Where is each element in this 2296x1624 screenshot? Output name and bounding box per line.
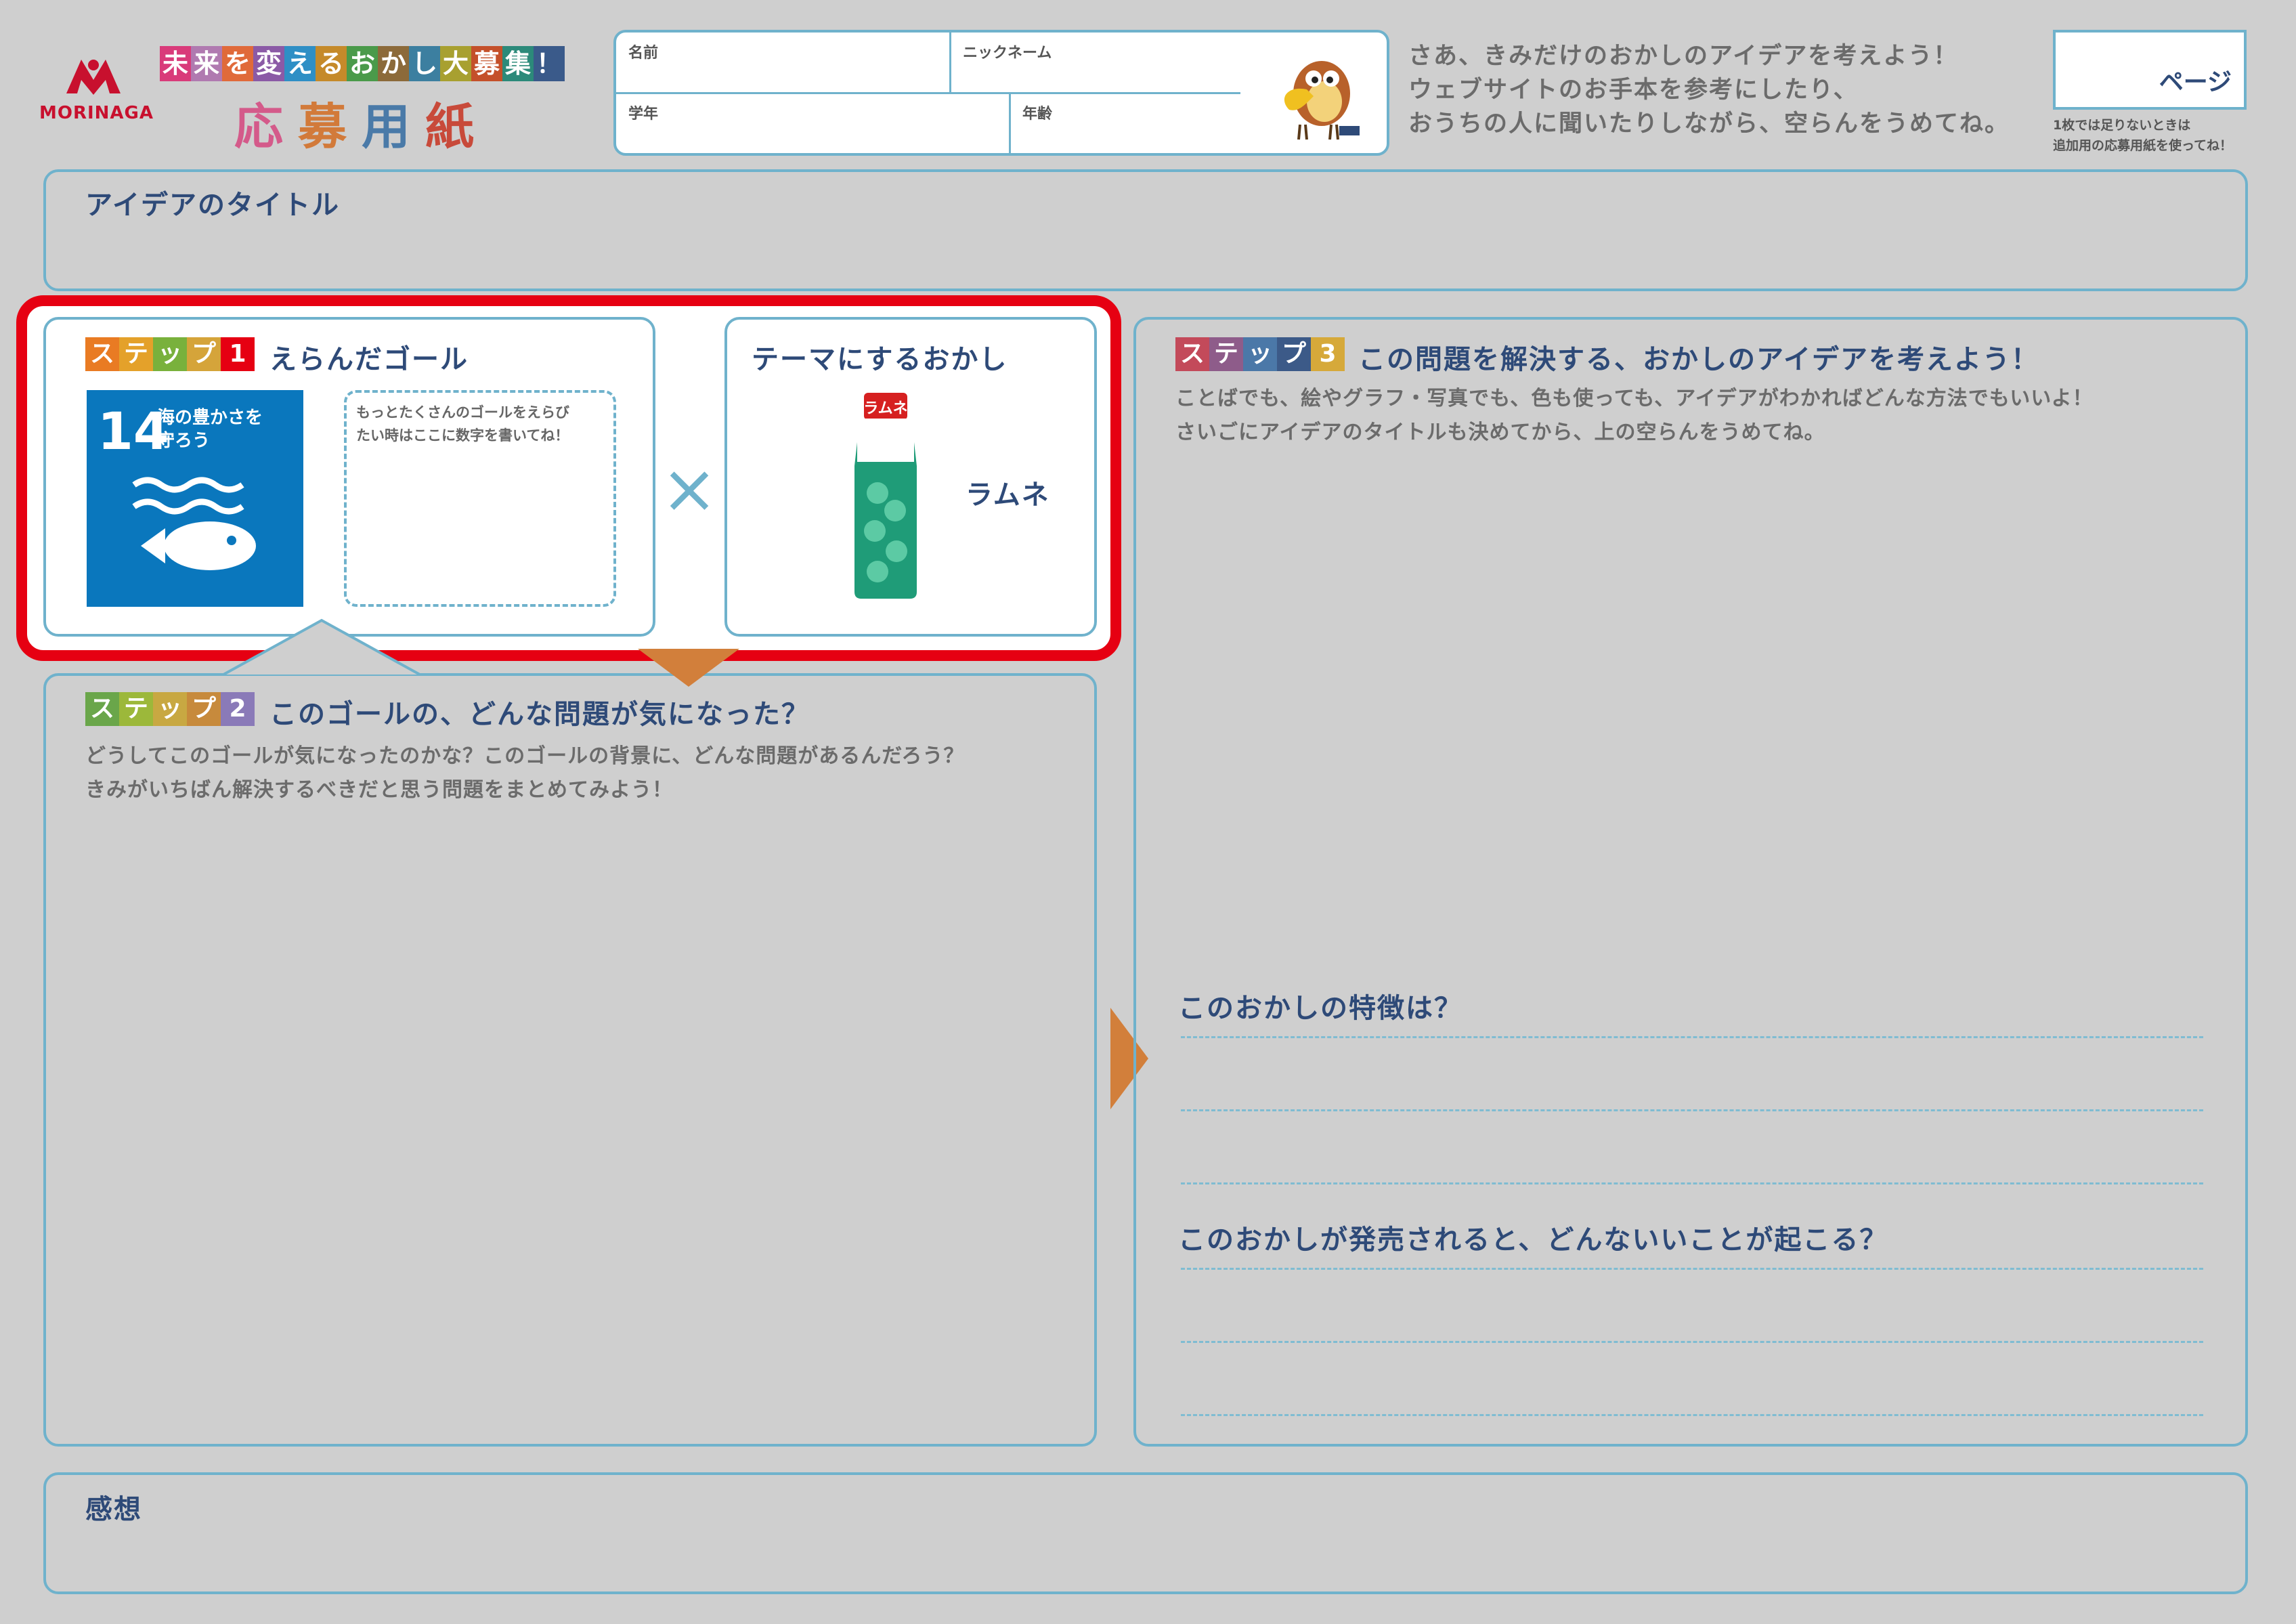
- step-char: テ: [1209, 337, 1243, 371]
- campaign-char: を: [222, 46, 253, 81]
- form-title: 応 募 用 紙: [234, 87, 505, 155]
- step-num: 2: [221, 692, 255, 726]
- age-field[interactable]: [1017, 121, 1234, 152]
- callout-notch-icon: [223, 618, 420, 676]
- nickname-field[interactable]: [957, 60, 1235, 89]
- step3-desc-line: ことばでも、絵やグラフ・写真でも、色も使っても、アイデアがわかればどんな方法でも…: [1175, 387, 2094, 410]
- form-title-char: 紙: [425, 98, 475, 155]
- step3-badge: ス テ ッ プ 3: [1175, 337, 1345, 371]
- step2-title: このゴールの、どんな問題が気になった？: [269, 699, 810, 730]
- grade-field[interactable]: [623, 121, 1002, 152]
- answer-line[interactable]: [1181, 1182, 2203, 1184]
- step2-problem-box[interactable]: ス テ ッ プ 2 このゴールの、どんな問題が気になった？ どうしてこのゴールが…: [43, 673, 1097, 1447]
- page-note: 1枚では足りないときは 追加用の応募用紙を使ってね！: [2053, 115, 2283, 156]
- step-num: 3: [1311, 337, 1345, 371]
- form-title-char: 用: [362, 98, 411, 155]
- step-char: ス: [85, 692, 119, 726]
- campaign-char: か: [378, 46, 409, 81]
- step2-badge: ス テ ッ プ 2: [85, 692, 255, 726]
- impression-label: 感想: [85, 1494, 142, 1525]
- fish-waves-icon: [132, 477, 256, 570]
- step3-desc-line: さいごにアイデアのタイトルも決めてから、上の空らんをうめてね。: [1175, 421, 1825, 444]
- answer-line[interactable]: [1181, 1109, 2203, 1111]
- angel-mark-icon: [66, 60, 121, 95]
- step-char: プ: [1277, 337, 1311, 371]
- idea-title-box[interactable]: アイデアのタイトル: [43, 169, 2248, 291]
- kyorochan-mascot-icon: [1284, 61, 1360, 140]
- intro-text: さあ、きみだけのおかしのアイデアを考えよう！ ウェブサイトのお手本を参考にしたり…: [1408, 39, 2045, 141]
- step-char: テ: [119, 337, 153, 371]
- applicant-info-box: 名前 ニックネーム 学年 年齢: [613, 30, 1389, 156]
- times-sign: ×: [661, 449, 718, 528]
- step2-desc-line: きみがいちばん解決するべきだと思う問題をまとめてみよう！: [85, 778, 673, 802]
- sdg14-tile: 14 海の豊かさを 守ろう: [87, 390, 303, 607]
- step-char: ッ: [153, 337, 187, 371]
- page-note-line: 追加用の応募用紙を使ってね！: [2053, 138, 2233, 153]
- theme-title: テーマにするおかし: [752, 344, 1008, 375]
- answer-line[interactable]: [1181, 1414, 2203, 1416]
- campaign-char: 募: [471, 46, 502, 81]
- step-char: ッ: [153, 692, 187, 726]
- campaign-char: お: [347, 46, 378, 81]
- campaign-char: 未: [160, 46, 191, 81]
- step-char: ス: [85, 337, 119, 371]
- arrow-down-icon: [638, 649, 739, 687]
- campaign-banner: 未 来 を 変 え る お か し 大 募 集 ！: [160, 46, 566, 81]
- campaign-char: 変: [253, 46, 284, 81]
- intro-line: おうちの人に聞いたりしながら、空らんをうめてね。: [1408, 110, 2010, 137]
- campaign-char: ！: [534, 46, 565, 81]
- campaign-char: し: [409, 46, 440, 81]
- answer-line[interactable]: [1181, 1268, 2203, 1270]
- step3-description: ことばでも、絵やグラフ・写真でも、色も使っても、アイデアがわかればどんな方法でも…: [1175, 382, 2232, 450]
- sdg-caption: 海の豊かさを 守ろう: [157, 406, 263, 452]
- bottle-label: ラムネ: [863, 400, 907, 417]
- step2-description: どうしてこのゴールが気になったのかな？このゴールの背景に、どんな問題があるんだろ…: [85, 740, 1074, 807]
- intro-line: ウェブサイトのお手本を参考にしたり、: [1408, 77, 1859, 104]
- step-char: テ: [119, 692, 153, 726]
- extra-goal-note-line: もっとたくさんのゴールをえらび: [356, 404, 569, 421]
- sdg-caption-line: 守ろう: [157, 431, 211, 451]
- page-label: ページ: [2159, 68, 2232, 96]
- idea-title-label: アイデアのタイトル: [85, 190, 340, 221]
- sdg-caption-line: 海の豊かさを: [157, 408, 263, 428]
- benefit-question: このおかしが発売されると、どんないいことが起こる？: [1178, 1224, 1888, 1256]
- step-num: 1: [221, 337, 255, 371]
- impression-box[interactable]: 感想: [43, 1472, 2248, 1594]
- brand-name: MORINAGA: [39, 103, 154, 123]
- morinaga-logo: MORINAGA: [39, 53, 154, 127]
- page-note-line: 1枚では足りないときは: [2053, 118, 2191, 133]
- answer-line[interactable]: [1181, 1036, 2203, 1038]
- step1-badge: ス テ ッ プ 1: [85, 337, 255, 371]
- form-title-char: 応: [234, 98, 284, 155]
- theme-candy-box: テーマにするおかし ラムネ ラムネ: [724, 317, 1097, 637]
- step3-title: この問題を解決する、おかしのアイデアを考えよう！: [1358, 344, 2039, 375]
- step2-desc-line: どうしてこのゴールが気になったのかな？このゴールの背景に、どんな問題があるんだろ…: [85, 744, 965, 768]
- step3-idea-box[interactable]: ス テ ッ プ 3 この問題を解決する、おかしのアイデアを考えよう！ ことばでも…: [1133, 317, 2248, 1447]
- step-char: ッ: [1243, 337, 1277, 371]
- step1-title: えらんだゴール: [269, 344, 469, 375]
- page-number-box[interactable]: ページ: [2053, 30, 2247, 110]
- step-char: ス: [1175, 337, 1209, 371]
- campaign-char: 集: [502, 46, 534, 81]
- campaign-char: 大: [440, 46, 471, 81]
- extra-goal-number-box[interactable]: もっとたくさんのゴールをえらび たい時はここに数字を書いてね！: [344, 390, 616, 607]
- name-field[interactable]: [623, 60, 941, 89]
- extra-goal-note-line: たい時はここに数字を書いてね！: [356, 427, 569, 444]
- step-char: プ: [187, 692, 221, 726]
- campaign-char: 来: [191, 46, 222, 81]
- ramune-bottle-icon: ラムネ: [854, 393, 917, 599]
- feature-question: このおかしの特徴は？: [1178, 993, 1463, 1024]
- campaign-char: る: [316, 46, 347, 81]
- campaign-char: え: [284, 46, 316, 81]
- candy-name: ラムネ: [966, 479, 1050, 511]
- intro-line: さあ、きみだけのおかしのアイデアを考えよう！: [1408, 43, 1959, 70]
- form-title-char: 募: [298, 98, 347, 155]
- answer-line[interactable]: [1181, 1341, 2203, 1343]
- step-char: プ: [187, 337, 221, 371]
- step1-goal-box: ス テ ッ プ 1 えらんだゴール 14 海の豊かさを 守ろう もっとたくさんの…: [43, 317, 655, 637]
- extra-goal-note: もっとたくさんのゴールをえらび たい時はここに数字を書いてね！: [356, 401, 569, 447]
